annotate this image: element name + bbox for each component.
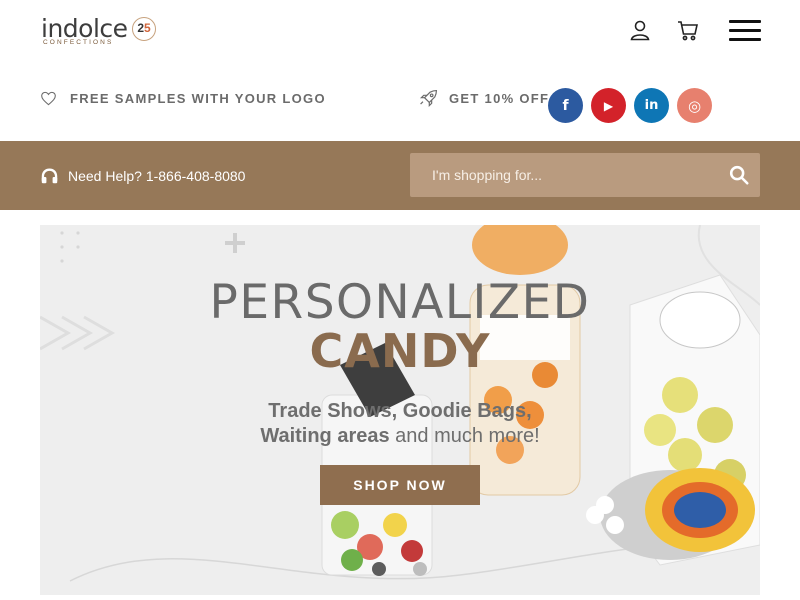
help-phone[interactable]: Need Help? 1-866-408-8080	[40, 167, 245, 184]
user-icon[interactable]	[628, 18, 652, 42]
carousel-dot-2[interactable]	[413, 562, 427, 576]
hero-tagline-rest: and much more!	[389, 425, 540, 447]
help-text: Need Help? 1-866-408-8080	[68, 167, 246, 184]
facebook-link[interactable]: f	[548, 88, 583, 123]
free-samples-text: FREE SAMPLES WITH YOUR LOGO	[70, 90, 326, 106]
promo-bar: FREE SAMPLES WITH YOUR LOGO GET 10% OFF …	[0, 64, 800, 141]
search-icon	[729, 165, 749, 185]
linkedin-icon: in	[644, 98, 659, 113]
hero-tagline-2: Waiting areas and much more!	[40, 425, 760, 448]
discount-text: GET 10% OFF	[449, 90, 550, 106]
youtube-icon: ▶	[603, 98, 614, 113]
linkedin-link[interactable]: in	[634, 88, 669, 123]
hero-tagline-bold: Waiting areas	[260, 425, 390, 447]
shop-now-button[interactable]: SHOP NOW	[320, 465, 480, 505]
cart-icon[interactable]	[676, 18, 700, 42]
carousel-dot-1[interactable]	[372, 562, 386, 576]
facebook-icon: f	[562, 97, 569, 114]
badge-digit-a: 2	[137, 21, 144, 35]
hero-banner: PERSONALIZED CANDY Trade Shows, Goodie B…	[40, 225, 760, 595]
instagram-link[interactable]: ◎	[677, 88, 712, 123]
heart-icon	[41, 91, 56, 105]
hero-subtitle: CANDY	[309, 324, 491, 378]
search-input[interactable]	[410, 153, 710, 197]
instagram-icon: ◎	[687, 96, 702, 115]
badge-digit-b: 5	[144, 21, 151, 35]
search-button[interactable]	[728, 164, 750, 186]
brand-sub: CONFECTIONS	[43, 39, 114, 46]
free-samples-promo[interactable]: FREE SAMPLES WITH YOUR LOGO	[40, 88, 326, 108]
hero-title: PERSONALIZED	[209, 275, 591, 330]
help-search-bar: Need Help? 1-866-408-8080	[0, 141, 800, 210]
hero-tagline-1: Trade Shows, Goodie Bags,	[268, 400, 532, 422]
youtube-link[interactable]: ▶	[591, 88, 626, 123]
anniversary-badge: 25	[132, 17, 156, 41]
search-box	[410, 153, 760, 197]
site-header: indolce CONFECTIONS 25	[0, 0, 800, 64]
headphones-icon	[41, 168, 58, 184]
rocket-icon	[419, 89, 438, 107]
menu-icon[interactable]	[729, 20, 761, 44]
discount-promo[interactable]: GET 10% OFF	[419, 88, 549, 108]
